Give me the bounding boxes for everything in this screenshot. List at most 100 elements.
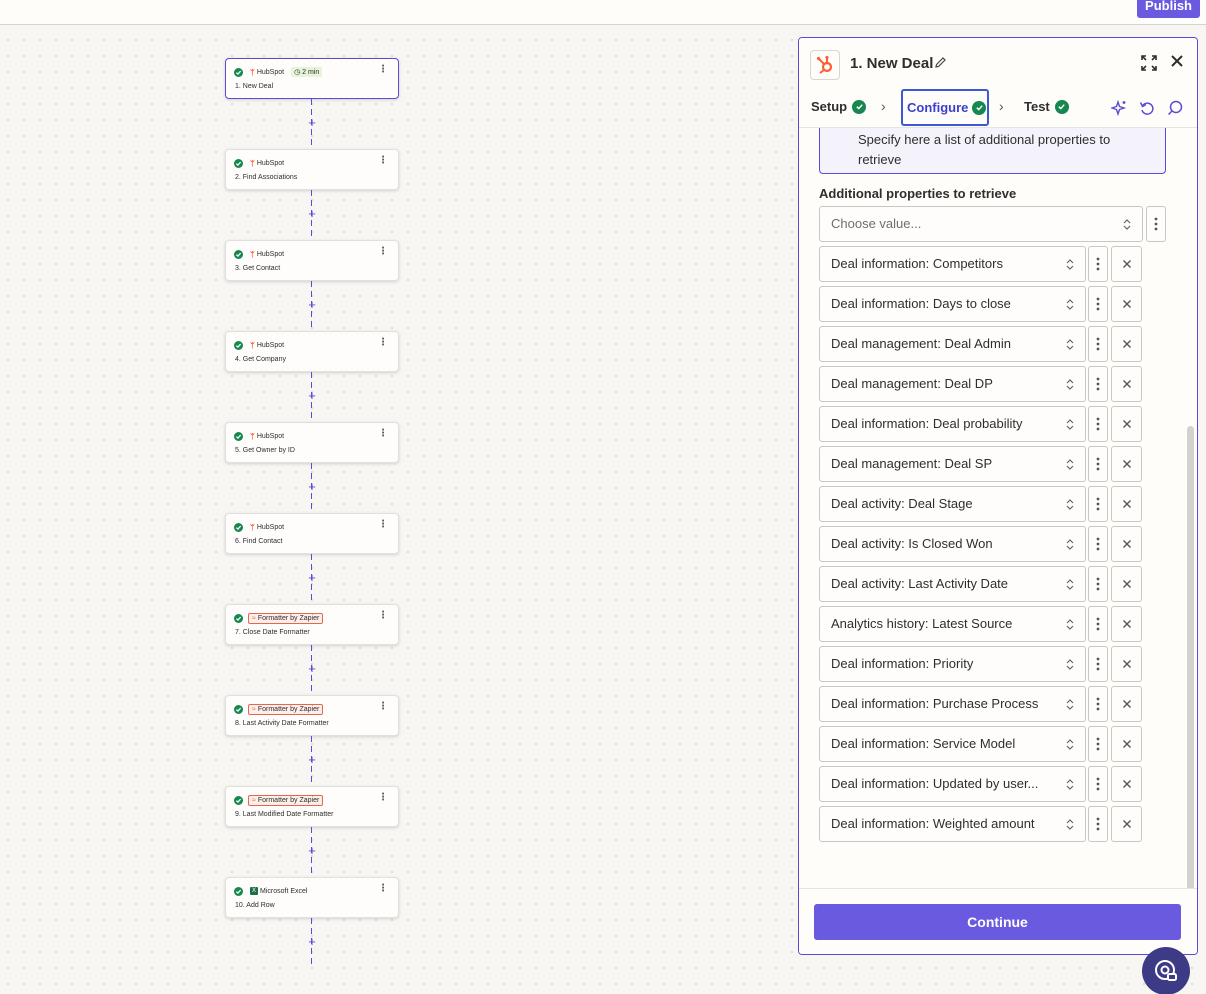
tab-setup[interactable]: Setup bbox=[811, 99, 867, 114]
value-select[interactable]: Deal activity: Last Activity Date bbox=[819, 566, 1086, 602]
scrollbar[interactable] bbox=[1187, 426, 1194, 888]
add-step-icon[interactable]: + bbox=[306, 207, 318, 221]
value-menu-button[interactable] bbox=[1088, 566, 1108, 602]
kebab-icon[interactable]: ⋮ bbox=[378, 702, 388, 712]
sparkle-icon[interactable] bbox=[1109, 99, 1127, 117]
remove-value-button[interactable] bbox=[1111, 806, 1142, 842]
value-menu-button[interactable] bbox=[1088, 726, 1108, 762]
choose-value-select[interactable]: Choose value... bbox=[819, 206, 1143, 242]
value-select[interactable]: Deal information: Deal probability bbox=[819, 406, 1086, 442]
workflow-step[interactable]: ᛘ HubSpot 4. Get Company ⋮ bbox=[225, 331, 399, 372]
help-chat-button[interactable] bbox=[1142, 947, 1190, 994]
kebab-icon[interactable]: ⋮ bbox=[378, 429, 388, 439]
step-connector: + bbox=[225, 281, 399, 331]
close-icon[interactable] bbox=[1170, 52, 1184, 72]
add-step-icon[interactable]: + bbox=[306, 662, 318, 676]
step-connector: + bbox=[225, 190, 399, 240]
workflow-step[interactable]: ᛘ HubSpot 6. Find Contact ⋮ bbox=[225, 513, 399, 554]
value-select[interactable]: Deal information: Updated by user... bbox=[819, 766, 1086, 802]
value-select[interactable]: Deal activity: Is Closed Won bbox=[819, 526, 1086, 562]
value-select[interactable]: Deal information: Days to close bbox=[819, 286, 1086, 322]
value-select[interactable]: Deal management: Deal DP bbox=[819, 366, 1086, 402]
step-header: ≈ Formatter by Zapier bbox=[234, 612, 324, 624]
tab-setup-label: Setup bbox=[811, 99, 848, 114]
workflow-step[interactable]: ≈ Formatter by Zapier 9. Last Modified Dat… bbox=[225, 786, 399, 827]
comment-icon[interactable] bbox=[1167, 100, 1183, 116]
value-menu-button[interactable] bbox=[1088, 606, 1108, 642]
remove-value-button[interactable] bbox=[1111, 366, 1142, 402]
add-step-icon[interactable]: + bbox=[306, 116, 318, 130]
value-menu-button[interactable] bbox=[1088, 766, 1108, 802]
workflow-step[interactable]: ≈ Formatter by Zapier 7. Close Date Format… bbox=[225, 604, 399, 645]
workflow-step[interactable]: ᛘ HubSpot 2. Find Associations ⋮ bbox=[225, 149, 399, 190]
value-menu-button[interactable] bbox=[1088, 286, 1108, 322]
value-select[interactable]: Deal information: Priority bbox=[819, 646, 1086, 682]
value-menu-button[interactable] bbox=[1088, 366, 1108, 402]
kebab-icon[interactable]: ⋮ bbox=[378, 156, 388, 166]
value-menu-button[interactable] bbox=[1088, 326, 1108, 362]
value-menu-button[interactable] bbox=[1088, 486, 1108, 522]
value-text: Deal activity: Last Activity Date bbox=[831, 576, 1009, 591]
kebab-icon[interactable]: ⋮ bbox=[378, 520, 388, 530]
add-step-icon[interactable]: + bbox=[306, 389, 318, 403]
value-select[interactable]: Deal management: Deal SP bbox=[819, 446, 1086, 482]
remove-value-button[interactable] bbox=[1111, 526, 1142, 562]
kebab-icon[interactable]: ⋮ bbox=[378, 338, 388, 348]
value-menu-button[interactable] bbox=[1088, 526, 1108, 562]
tab-configure[interactable]: Configure bbox=[901, 89, 989, 126]
select-chevron-icon bbox=[1066, 739, 1074, 750]
publish-button[interactable]: Publish bbox=[1137, 0, 1200, 18]
continue-button[interactable]: Continue bbox=[814, 904, 1181, 940]
value-menu-button[interactable] bbox=[1088, 646, 1108, 682]
expand-icon[interactable] bbox=[1141, 55, 1157, 71]
workflow-step[interactable]: ᛘ HubSpot 3. Get Contact ⋮ bbox=[225, 240, 399, 281]
value-select[interactable]: Deal information: Competitors bbox=[819, 246, 1086, 282]
value-select[interactable]: Deal information: Service Model bbox=[819, 726, 1086, 762]
remove-value-button[interactable] bbox=[1111, 686, 1142, 722]
app-tag: ≈ Formatter by Zapier bbox=[248, 794, 324, 806]
workflow-step[interactable]: ᛘ HubSpot ◷ 2 min 1. New Deal ⋮ bbox=[225, 58, 399, 99]
add-step-icon[interactable]: + bbox=[306, 753, 318, 767]
value-menu-button[interactable] bbox=[1088, 246, 1108, 282]
value-select[interactable]: Analytics history: Latest Source bbox=[819, 606, 1086, 642]
field-menu-button[interactable] bbox=[1146, 206, 1166, 242]
close-icon bbox=[1122, 420, 1131, 428]
kebab-icon[interactable]: ⋮ bbox=[378, 793, 388, 803]
remove-value-button[interactable] bbox=[1111, 646, 1142, 682]
kebab-icon[interactable]: ⋮ bbox=[378, 247, 388, 257]
value-menu-button[interactable] bbox=[1088, 686, 1108, 722]
remove-value-button[interactable] bbox=[1111, 406, 1142, 442]
remove-value-button[interactable] bbox=[1111, 606, 1142, 642]
remove-value-button[interactable] bbox=[1111, 326, 1142, 362]
tab-test[interactable]: Test bbox=[1024, 99, 1069, 114]
value-select[interactable]: Deal activity: Deal Stage bbox=[819, 486, 1086, 522]
add-step-icon[interactable]: + bbox=[306, 298, 318, 312]
value-select[interactable]: Deal information: Purchase Process bbox=[819, 686, 1086, 722]
value-menu-button[interactable] bbox=[1088, 406, 1108, 442]
workflow-step[interactable]: ≈ Formatter by Zapier 8. Last Activity Dat… bbox=[225, 695, 399, 736]
value-select[interactable]: Deal management: Deal Admin bbox=[819, 326, 1086, 362]
pencil-icon[interactable] bbox=[934, 56, 947, 72]
value-menu-button[interactable] bbox=[1088, 806, 1108, 842]
workflow-step[interactable]: X Microsoft Excel 10. Add Row ⋮ bbox=[225, 877, 399, 918]
remove-value-button[interactable] bbox=[1111, 286, 1142, 322]
remove-value-button[interactable] bbox=[1111, 566, 1142, 602]
value-menu-button[interactable] bbox=[1088, 446, 1108, 482]
add-step-icon[interactable]: + bbox=[306, 935, 318, 949]
workflow-step[interactable]: ᛘ HubSpot 5. Get Owner by ID ⋮ bbox=[225, 422, 399, 463]
undo-icon[interactable] bbox=[1139, 100, 1155, 116]
remove-value-button[interactable] bbox=[1111, 726, 1142, 762]
remove-value-button[interactable] bbox=[1111, 486, 1142, 522]
add-step-icon[interactable]: + bbox=[306, 571, 318, 585]
kebab-icon[interactable]: ⋮ bbox=[378, 884, 388, 894]
add-step-icon[interactable]: + bbox=[306, 844, 318, 858]
remove-value-button[interactable] bbox=[1111, 446, 1142, 482]
kebab-icon[interactable]: ⋮ bbox=[378, 611, 388, 621]
select-chevron-icon bbox=[1066, 339, 1074, 350]
remove-value-button[interactable] bbox=[1111, 766, 1142, 802]
add-step-icon[interactable]: + bbox=[306, 480, 318, 494]
hubspot-icon: ᛘ bbox=[250, 249, 255, 259]
value-select[interactable]: Deal information: Weighted amount bbox=[819, 806, 1086, 842]
kebab-icon[interactable]: ⋮ bbox=[378, 65, 388, 75]
remove-value-button[interactable] bbox=[1111, 246, 1142, 282]
